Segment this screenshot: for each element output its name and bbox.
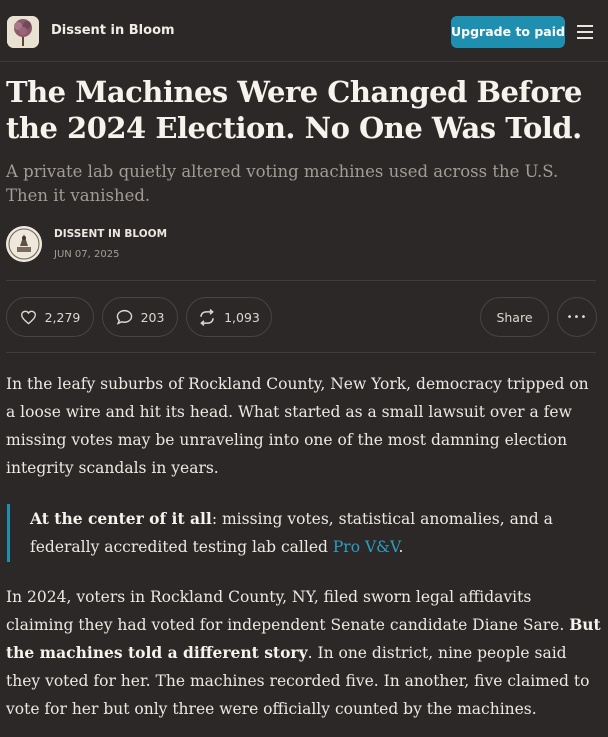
pro-vv-link[interactable]: Pro V&V [333,538,399,556]
restack-button[interactable]: 1,093 [186,297,272,337]
like-button[interactable]: 2,279 [6,297,94,337]
post-subtitle: A private lab quietly altered voting mac… [6,162,559,205]
post-date: JUN 07, 2025 [54,249,120,260]
blockquote-end: . [398,538,404,556]
article-paragraph-2: In 2024, voters in Rockland County, NY, … [6,583,602,723]
publication-logo[interactable] [7,16,39,48]
blockquote: At the center of it all: missing votes, … [30,505,590,561]
divider [6,280,596,281]
publication-name[interactable]: Dissent in Bloom [51,23,175,38]
divider [6,352,596,353]
post-title: The Machines Were Changed Before the 202… [6,75,582,145]
top-bar: Dissent in Bloom Upgrade to paid [0,0,608,62]
more-options-button[interactable]: ••• [557,297,597,337]
article-paragraph-1: In the leafy suburbs of Rockland County,… [6,375,589,477]
blockquote-bold: At the center of it all [30,509,212,528]
comment-button[interactable]: 203 [102,297,178,337]
hamburger-menu-icon[interactable] [577,24,593,39]
author-name[interactable]: DISSENT IN BLOOM [54,228,167,240]
blockquote-bar [7,504,10,562]
share-button[interactable]: Share [480,297,549,337]
restack-count: 1,093 [224,309,260,325]
author-avatar[interactable] [6,226,42,262]
paragraph-2-start: In 2024, voters in Rockland County, NY, … [6,588,570,634]
upgrade-button[interactable]: Upgrade to paid [451,16,565,48]
restack-icon [200,308,214,326]
like-count: 2,279 [44,309,81,325]
comment-count: 203 [140,309,165,325]
comment-bubble-icon [116,309,132,325]
more-options-icon: ••• [566,311,588,323]
heart-icon [20,310,36,325]
share-label: Share [496,309,533,325]
